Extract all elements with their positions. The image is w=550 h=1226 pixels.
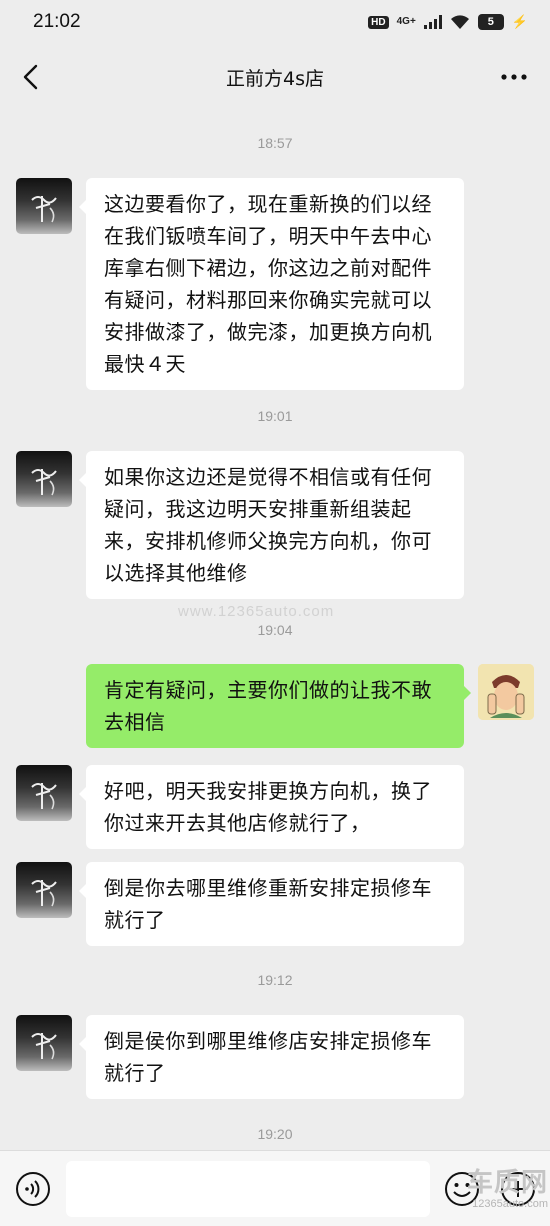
battery-icon: 5	[477, 14, 504, 30]
back-arrow-icon[interactable]	[14, 58, 52, 96]
contact-avatar[interactable]	[16, 451, 72, 507]
center-watermark: www.12365auto.com	[178, 603, 335, 620]
message-timestamp: 19:01	[257, 408, 293, 424]
user-avatar[interactable]	[478, 664, 534, 720]
user-cartoon-avatar-icon	[478, 664, 534, 720]
calligraphy-avatar-icon	[31, 1033, 57, 1060]
contact-avatar[interactable]	[16, 765, 72, 821]
calligraphy-avatar-icon	[31, 469, 57, 496]
logo-watermark-main: 车质网	[466, 1168, 548, 1198]
hd-badge: HD	[368, 15, 389, 29]
chat-header: 正前方4s店	[0, 44, 550, 110]
message-timestamp: 19:04	[257, 622, 293, 638]
voice-input-icon[interactable]	[14, 1170, 52, 1208]
wifi-icon	[450, 15, 469, 29]
outgoing-message-bubble[interactable]: 肯定有疑问，主要你们做的让我不敢去相信	[86, 664, 471, 748]
calligraphy-avatar-icon	[31, 880, 57, 907]
incoming-message-bubble[interactable]: 好吧，明天我安排更换方向机，换了你过来开去其他店修就行了，	[79, 765, 464, 849]
status-icons: HD 4G+ 5 ⚡	[368, 14, 528, 30]
contact-avatar[interactable]	[16, 1015, 72, 1071]
calligraphy-avatar-icon	[31, 196, 57, 223]
charging-icon: ⚡	[511, 14, 528, 29]
logo-watermark: 车质网 12365auto.com	[438, 1168, 548, 1224]
incoming-message-bubble[interactable]: 这边要看你了，现在重新换的们以经在我们钣喷车间了，明天中午去中心库拿右侧下裙边，…	[79, 178, 464, 390]
more-options-icon[interactable]	[500, 70, 528, 84]
message-timestamp: 18:57	[257, 135, 293, 151]
network-type: 4G+	[396, 16, 416, 27]
status-time: 21:02	[33, 11, 81, 32]
message-timestamp: 19:12	[257, 972, 293, 988]
contact-avatar[interactable]	[16, 178, 72, 234]
logo-watermark-sub: 12365auto.com	[472, 1198, 548, 1210]
incoming-message-bubble[interactable]: 倒是侯你到哪里维修店安排定损修车就行了	[79, 1015, 464, 1099]
incoming-message-bubble[interactable]: 如果你这边还是觉得不相信或有任何疑问，我这边明天安排重新组装起来，安排机修师父换…	[79, 451, 464, 599]
calligraphy-avatar-icon	[31, 783, 57, 810]
message-text-input[interactable]	[66, 1161, 430, 1217]
message-timestamp: 19:20	[257, 1126, 293, 1142]
signal-icon	[423, 15, 442, 29]
contact-avatar[interactable]	[16, 862, 72, 918]
chat-title: 正前方4s店	[226, 67, 324, 90]
incoming-message-bubble[interactable]: 倒是你去哪里维修重新安排定损修车就行了	[79, 862, 464, 946]
status-bar: 21:02 HD 4G+ 5 ⚡	[0, 0, 550, 44]
